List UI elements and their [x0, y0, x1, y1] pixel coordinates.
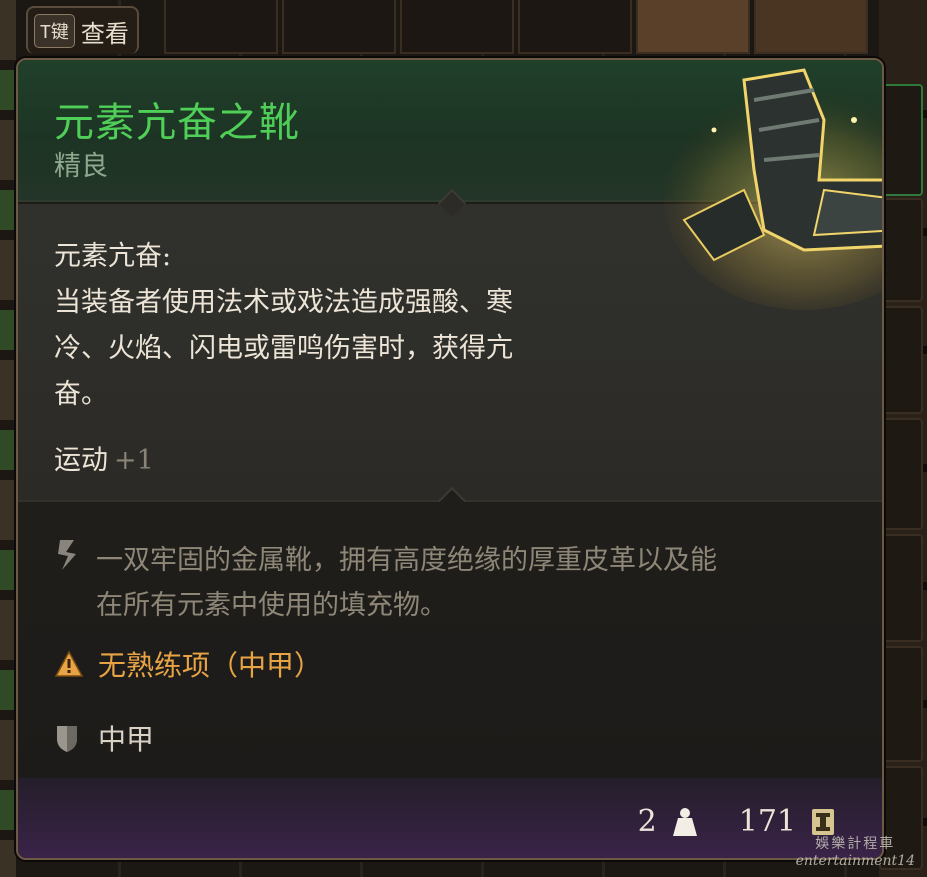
inventory-slot[interactable]: [636, 0, 750, 54]
proficiency-warning-text: 无熟练项（中甲）: [98, 649, 323, 682]
item-weight: 2: [637, 804, 657, 839]
inventory-slot[interactable]: [879, 84, 923, 196]
lore-text: 一双牢固的金属靴，拥有高度绝缘的厚重皮革以及能 在所有元素中使用的填充物。: [96, 538, 836, 628]
inventory-slot[interactable]: [879, 534, 923, 642]
item-tooltip: 元素亢奋之靴 精良 元素亢奋: 当装备者使用法术或戏法造成强酸、寒 冷、火焰、闪…: [16, 58, 884, 860]
watermark: 娛樂計程車 entertainment14: [796, 833, 915, 869]
ability-title: 元素亢奋:: [54, 241, 172, 272]
item-name: 元素亢奋之靴: [54, 100, 300, 146]
armor-type-text: 中甲: [98, 723, 155, 756]
t-key-icon: T键: [34, 14, 75, 48]
item-rarity: 精良: [54, 151, 108, 182]
inventory-slot[interactable]: [879, 198, 923, 302]
gold-coin-icon: [812, 808, 834, 835]
stat-name: 运动: [54, 445, 108, 476]
stat-bonus: 运动 +1: [54, 438, 154, 477]
watermark-en: entertainment14: [795, 853, 915, 869]
armor-type-row: 中甲: [54, 718, 154, 758]
weight-icon: [672, 807, 697, 836]
ability-text-line: 冷、火焰、闪电或雷鸣伤害时，获得亢: [54, 333, 513, 364]
examine-key-hint[interactable]: T键 查看: [26, 6, 139, 54]
ability-description: 元素亢奋: 当装备者使用法术或戏法造成强酸、寒 冷、火焰、闪电或雷鸣伤害时，获得…: [54, 234, 614, 418]
inventory-slot[interactable]: [164, 0, 278, 54]
tooltip-lore-section: 一双牢固的金属靴，拥有高度绝缘的厚重皮革以及能 在所有元素中使用的填充物。 无熟…: [18, 486, 882, 780]
inventory-slot[interactable]: [400, 0, 514, 54]
stat-value: +1: [114, 445, 154, 476]
proficiency-warning-row: 无熟练项（中甲）: [54, 644, 322, 684]
inventory-slot[interactable]: [518, 0, 632, 54]
inventory-slot[interactable]: [282, 0, 396, 54]
ability-text-line: 当装备者使用法术或戏法造成强酸、寒: [54, 287, 513, 318]
inventory-slot[interactable]: [879, 306, 923, 414]
quill-icon: [58, 540, 76, 570]
lore-line: 在所有元素中使用的填充物。: [96, 590, 447, 621]
watermark-cn: 娛樂計程車: [815, 836, 896, 852]
examine-label: 查看: [80, 19, 129, 48]
shield-icon: [57, 726, 77, 752]
tooltip-footer: 2 171: [18, 778, 882, 858]
tooltip-header: 元素亢奋之靴 精良: [18, 60, 882, 202]
inventory-slot[interactable]: [754, 0, 868, 54]
inventory-slot[interactable]: [879, 646, 923, 762]
tooltip-ability-section: 元素亢奋: 当装备者使用法术或戏法造成强酸、寒 冷、火焰、闪电或雷鸣伤害时，获得…: [18, 188, 882, 500]
lore-row: 一双牢固的金属靴，拥有高度绝缘的厚重皮革以及能 在所有元素中使用的填充物。: [54, 538, 836, 628]
lore-line: 一双牢固的金属靴，拥有高度绝缘的厚重皮革以及能: [96, 545, 717, 576]
item-price: 171: [738, 804, 796, 839]
warning-triangle-icon: [54, 650, 84, 677]
inventory-slot[interactable]: [879, 418, 923, 530]
inventory-left-column: [0, 0, 16, 877]
ability-text-line: 奋。: [54, 379, 108, 410]
